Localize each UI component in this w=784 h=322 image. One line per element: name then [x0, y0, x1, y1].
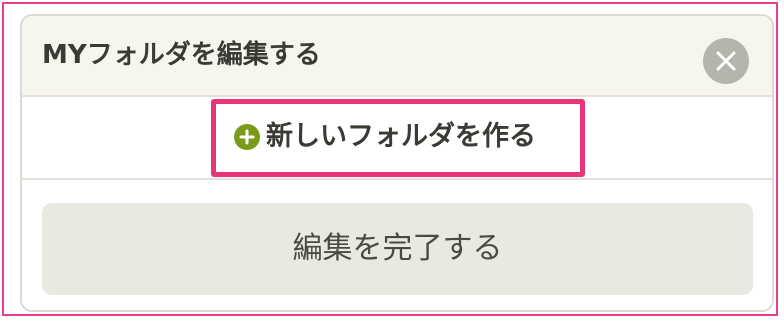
- new-folder-row: 新しいフォルダを作る: [22, 97, 772, 180]
- close-button[interactable]: [703, 38, 749, 84]
- dialog-title: MYフォルダを編集する: [42, 40, 321, 70]
- create-new-folder-label: 新しいフォルダを作る: [266, 121, 536, 152]
- edit-folder-dialog: MYフォルダを編集する 新しいフォルダを作る 編集を完了する: [20, 14, 774, 312]
- create-new-folder-link[interactable]: 新しいフォルダを作る: [234, 117, 536, 157]
- plus-circle-icon: [234, 124, 260, 150]
- finish-editing-label: 編集を完了する: [292, 231, 503, 266]
- close-icon: [716, 51, 736, 71]
- screenshot-frame: MYフォルダを編集する 新しいフォルダを作る 編集を完了する: [2, 2, 778, 316]
- finish-editing-button[interactable]: 編集を完了する: [42, 203, 753, 295]
- dialog-header: MYフォルダを編集する: [22, 16, 772, 97]
